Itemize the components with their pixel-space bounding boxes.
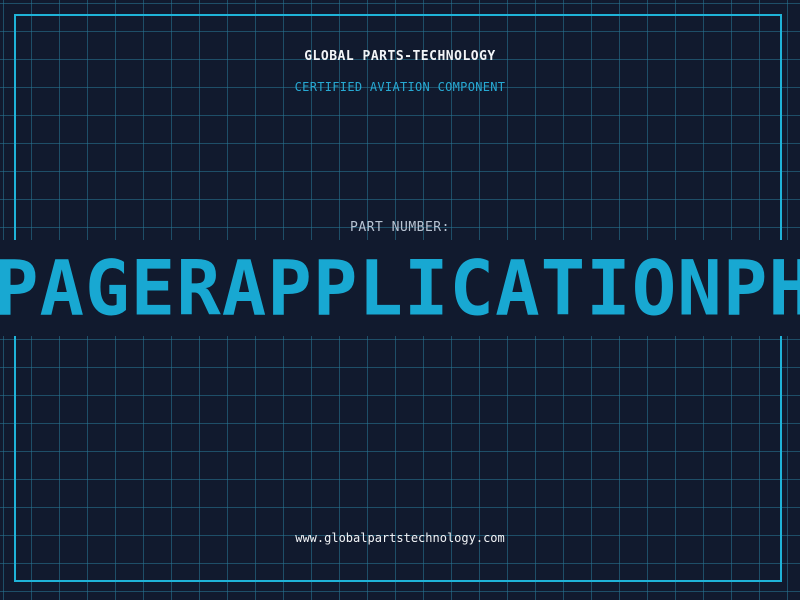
website-url: www.globalpartstechnology.com: [295, 531, 505, 545]
company-name: GLOBAL PARTS-TECHNOLOGY: [304, 49, 496, 64]
part-number-value: PAGERAPPLICATIONPHI: [0, 245, 800, 333]
part-number-label: PART NUMBER:: [350, 220, 450, 235]
label-canvas: GLOBAL PARTS-TECHNOLOGY CERTIFIED AVIATI…: [0, 0, 800, 600]
certification-subtitle: CERTIFIED AVIATION COMPONENT: [294, 80, 506, 94]
